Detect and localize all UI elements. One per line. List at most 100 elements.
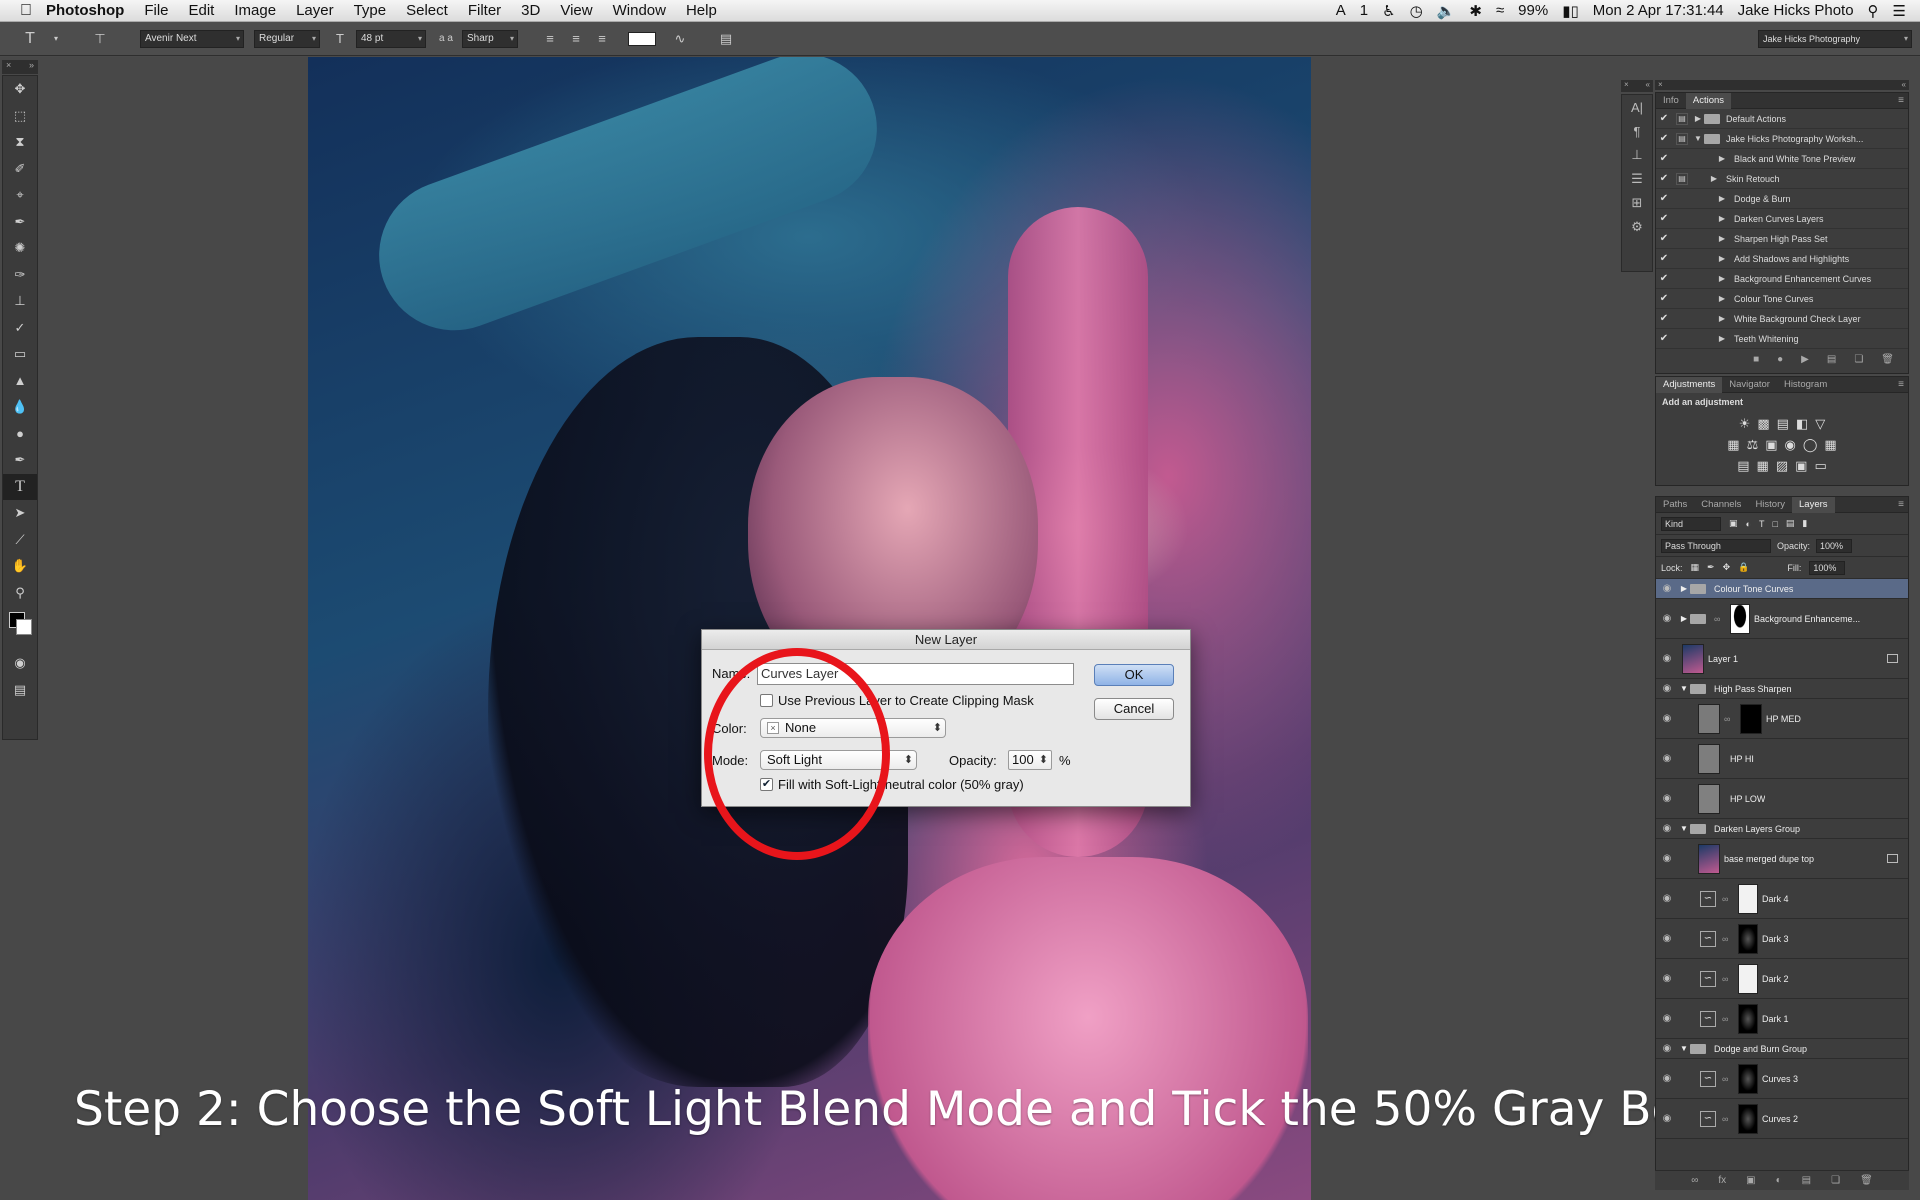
screen-mode-icon[interactable]: ▤ — [3, 677, 37, 704]
menu-3d[interactable]: 3D — [511, 2, 550, 19]
visibility-eye-icon[interactable]: ◉ — [1656, 583, 1678, 594]
align-right-icon[interactable]: ≡ — [592, 29, 612, 49]
app-menu[interactable]: Photoshop — [40, 2, 134, 19]
align-left-icon[interactable]: ≡ — [540, 29, 560, 49]
check-icon[interactable]: ✔ — [1656, 333, 1672, 344]
spot-heal-tool-icon[interactable]: ✺ — [3, 235, 37, 262]
dialog-toggle-icon[interactable]: ▤ — [1676, 132, 1688, 145]
collapse-triangle-icon[interactable]: ▼ — [1678, 684, 1690, 693]
visibility-eye-icon[interactable]: ◉ — [1656, 653, 1678, 664]
tab-info[interactable]: Info — [1656, 93, 1686, 109]
curves-adjustment-icon[interactable]: ∽ — [1700, 1070, 1716, 1087]
check-icon[interactable]: ✔ — [1656, 253, 1672, 264]
expand-triangle-icon[interactable]: ▶ — [1708, 174, 1720, 183]
bluetooth-icon[interactable]: ✱ — [1469, 2, 1482, 20]
menu-layer[interactable]: Layer — [286, 2, 344, 19]
menu-file[interactable]: File — [134, 2, 178, 19]
workspace-select[interactable]: Jake Hicks Photography — [1758, 29, 1912, 48]
action-row[interactable]: ✔ ▶ Teeth Whitening — [1656, 329, 1908, 349]
quick-mask-icon[interactable]: ◉ — [3, 650, 37, 677]
apple-icon[interactable]:  — [0, 2, 40, 20]
dialog-toggle-icon[interactable]: ▤ — [1676, 112, 1688, 125]
visibility-eye-icon[interactable]: ◉ — [1656, 713, 1678, 724]
check-icon[interactable]: ✔ — [1656, 153, 1672, 164]
lock-transparency-icon[interactable]: ▦ — [1691, 562, 1700, 573]
dialog-toggle-icon[interactable]: ▤ — [1676, 172, 1688, 185]
action-row[interactable]: ✔ ▶ Dodge & Burn — [1656, 189, 1908, 209]
dialog-toggle-icon[interactable] — [1676, 213, 1688, 225]
layer-mask-thumbnail[interactable] — [1738, 1003, 1758, 1034]
curves-icon[interactable]: ▤ — [1777, 416, 1789, 432]
expand-triangle-icon[interactable]: ▶ — [1678, 614, 1690, 623]
layer-row[interactable]: ◉ ∽ ∞ Dark 1 — [1656, 999, 1908, 1039]
curves-adjustment-icon[interactable]: ∽ — [1700, 1110, 1716, 1127]
filter-toggle-icon[interactable]: ▮ — [1802, 518, 1807, 529]
type-tool-preset-icon[interactable]: T — [20, 29, 40, 49]
link-layers-icon[interactable]: ∞ — [1691, 1175, 1698, 1186]
expand-triangle-icon[interactable]: ▶ — [1716, 154, 1728, 163]
lock-position-icon[interactable]: ✥ — [1723, 562, 1731, 573]
antialias-select[interactable]: Sharp — [462, 29, 518, 48]
collapse-triangle-icon[interactable]: ▼ — [1678, 1044, 1690, 1053]
new-group-icon[interactable]: ▤ — [1802, 1175, 1811, 1186]
layer-mask-thumbnail[interactable] — [1738, 923, 1758, 954]
layer-row[interactable]: ◉ Layer 1 — [1656, 639, 1908, 679]
check-icon[interactable]: ✔ — [1656, 313, 1672, 324]
clock[interactable]: Mon 2 Apr 17:31:44 — [1593, 2, 1724, 19]
expand-triangle-icon[interactable]: ▶ — [1716, 214, 1728, 223]
visibility-eye-icon[interactable]: ◉ — [1656, 1043, 1678, 1054]
warp-text-icon[interactable]: ∿ — [670, 29, 690, 49]
action-row[interactable]: ✔ ▶ Background Enhancement Curves — [1656, 269, 1908, 289]
opacity-field[interactable]: 100 — [1008, 750, 1052, 770]
visibility-eye-icon[interactable]: ◉ — [1656, 853, 1678, 864]
action-set-row[interactable]: ✔ ▤ ▶ Default Actions — [1656, 109, 1908, 129]
tab-history[interactable]: History — [1748, 497, 1792, 513]
layer-row[interactable]: ◉ ▶ Colour Tone Curves — [1656, 579, 1908, 599]
color-lookup-icon[interactable]: ▦ — [1824, 437, 1836, 453]
vibrance-icon[interactable]: ▽ — [1815, 416, 1825, 432]
layer-mask-thumbnail[interactable] — [1738, 1063, 1758, 1094]
threshold-icon[interactable]: ▨ — [1776, 458, 1788, 474]
line-tool-icon[interactable]: ⟋ — [3, 527, 37, 554]
visibility-eye-icon[interactable]: ◉ — [1656, 753, 1678, 764]
move-tool-icon[interactable]: ✥ — [3, 76, 37, 103]
action-row[interactable]: ✔ ▤ ▶ Skin Retouch — [1656, 169, 1908, 189]
accessibility-icon[interactable]: ♿ — [1382, 2, 1395, 20]
curves-adjustment-icon[interactable]: ∽ — [1700, 890, 1716, 907]
menu-filter[interactable]: Filter — [458, 2, 511, 19]
layer-thumbnail[interactable] — [1698, 743, 1720, 774]
channel-mixer-icon[interactable]: ◯ — [1803, 437, 1818, 453]
notification-center-icon[interactable]: ☰ — [1893, 2, 1906, 20]
check-icon[interactable]: ✔ — [1656, 273, 1672, 284]
color-swatches[interactable] — [3, 606, 37, 650]
layer-row[interactable]: ◉ ▼ Darken Layers Group — [1656, 819, 1908, 839]
expand-triangle-icon[interactable]: ▶ — [1678, 584, 1690, 593]
zoom-tool-icon[interactable]: ⚲ — [3, 580, 37, 607]
pen-tool-icon[interactable]: ✒ — [3, 447, 37, 474]
menu-help[interactable]: Help — [676, 2, 727, 19]
user-name[interactable]: Jake Hicks Photo — [1738, 2, 1854, 19]
history-brush-tool-icon[interactable]: ✓ — [3, 315, 37, 342]
blur-tool-icon[interactable]: 💧 — [3, 394, 37, 421]
path-select-tool-icon[interactable]: ➤ — [3, 500, 37, 527]
posterize-icon[interactable]: ▦ — [1757, 458, 1769, 474]
tab-paths[interactable]: Paths — [1656, 497, 1694, 513]
tab-layers[interactable]: Layers — [1792, 497, 1835, 513]
collapse-triangle-icon[interactable]: ▼ — [1692, 134, 1704, 143]
invert-icon[interactable]: ▤ — [1737, 458, 1749, 474]
visibility-eye-icon[interactable]: ◉ — [1656, 823, 1678, 834]
character-panel-icon[interactable]: A| — [1622, 95, 1652, 119]
shape-filter-icon[interactable]: □ — [1772, 519, 1777, 529]
layer-row[interactable]: ◉ ∽ ∞ Dark 2 — [1656, 959, 1908, 999]
cancel-button[interactable]: Cancel — [1094, 698, 1174, 720]
selective-color-icon[interactable]: ▣ — [1795, 458, 1807, 474]
expand-triangle-icon[interactable]: ▶ — [1716, 274, 1728, 283]
close-icon[interactable]: × — [1624, 80, 1629, 92]
black-white-icon[interactable]: ▣ — [1765, 437, 1777, 453]
curves-adjustment-icon[interactable]: ∽ — [1700, 1010, 1716, 1027]
font-style-select[interactable]: Regular — [254, 29, 320, 48]
layer-mask-thumbnail[interactable] — [1740, 703, 1762, 734]
check-icon[interactable]: ✔ — [1656, 113, 1672, 124]
visibility-eye-icon[interactable]: ◉ — [1656, 793, 1678, 804]
dialog-toggle-icon[interactable] — [1676, 193, 1688, 205]
